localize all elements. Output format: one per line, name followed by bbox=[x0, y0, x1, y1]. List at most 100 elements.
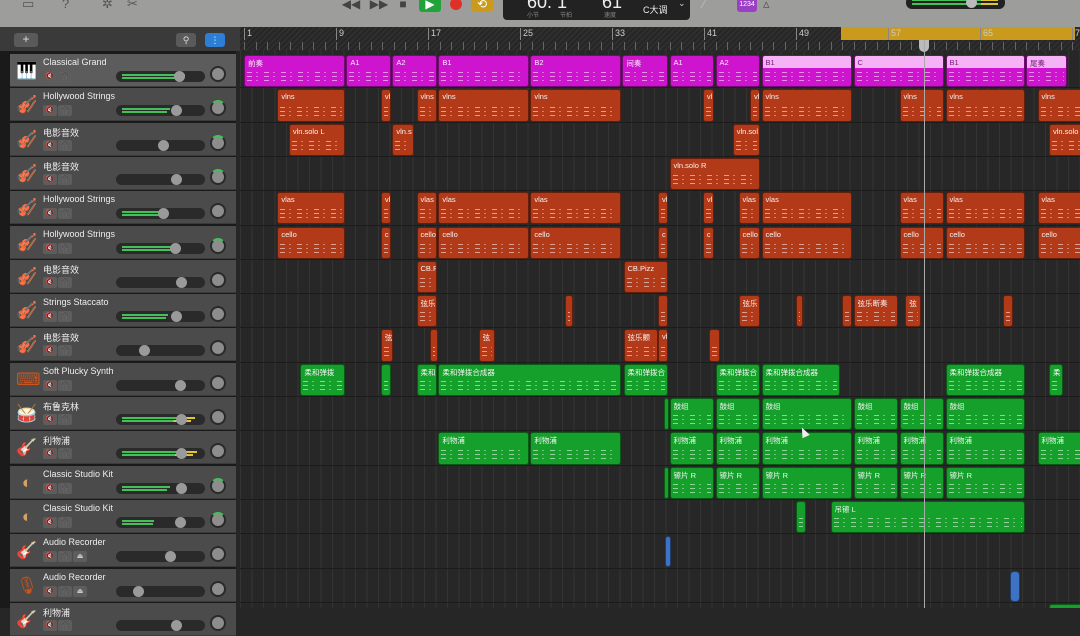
mute-button[interactable]: 🔇 bbox=[43, 620, 57, 631]
solo-button[interactable]: 🎧 bbox=[58, 380, 72, 391]
region[interactable]: 柔和弹拨 bbox=[300, 364, 345, 396]
track-header[interactable]: 🎙Audio Recorder🔇🎧⏏ bbox=[10, 569, 236, 602]
region[interactable] bbox=[658, 295, 668, 327]
pan-knob[interactable] bbox=[210, 615, 226, 631]
catch-playhead-icon[interactable]: ⋮ bbox=[205, 33, 225, 47]
region[interactable]: 柔和弹拨合 bbox=[716, 364, 761, 396]
region[interactable]: 弦 bbox=[479, 329, 495, 361]
region[interactable]: 弦乐 bbox=[739, 295, 761, 327]
track-header[interactable]: 🎸利物浦🔇🎧 bbox=[10, 431, 236, 464]
region[interactable]: 弦 bbox=[905, 295, 921, 327]
region[interactable]: 鼓组 bbox=[900, 398, 945, 430]
rewind-button[interactable]: ◀◀ bbox=[342, 0, 360, 12]
volume-slider[interactable] bbox=[116, 105, 205, 116]
region[interactable]: 柔和弹拨合 bbox=[624, 364, 669, 396]
region[interactable]: A2 bbox=[716, 55, 761, 87]
region[interactable]: vl bbox=[658, 192, 668, 224]
track-header[interactable]: ◐Classic Studio Kit🔇🎧 bbox=[10, 500, 236, 533]
volume-knob[interactable] bbox=[176, 448, 187, 459]
region[interactable] bbox=[709, 329, 721, 361]
volume-slider[interactable] bbox=[116, 311, 205, 322]
volume-slider[interactable] bbox=[116, 174, 205, 185]
volume-knob[interactable] bbox=[165, 551, 176, 562]
volume-knob[interactable] bbox=[158, 140, 169, 151]
region[interactable]: 柔和弹拨合成器 bbox=[438, 364, 621, 396]
region[interactable]: vl bbox=[750, 89, 760, 121]
region[interactable]: 弦乐 bbox=[417, 295, 438, 327]
region[interactable]: vlas bbox=[762, 192, 853, 224]
mute-button[interactable]: 🔇 bbox=[43, 174, 57, 185]
region[interactable]: 弦 bbox=[381, 329, 394, 361]
track-header[interactable]: ⌨Soft Plucky Synth🔇🎧 bbox=[10, 363, 236, 396]
region[interactable]: vlas bbox=[417, 192, 438, 224]
region[interactable]: 弦乐颤 bbox=[624, 329, 659, 361]
region[interactable] bbox=[1010, 571, 1020, 602]
volume-slider[interactable] bbox=[116, 243, 205, 254]
region[interactable] bbox=[796, 295, 803, 327]
solo-button[interactable]: 🎧 bbox=[58, 140, 72, 151]
record-button[interactable] bbox=[450, 0, 462, 10]
region[interactable]: cello bbox=[417, 227, 438, 259]
region[interactable]: vlns bbox=[900, 89, 945, 121]
chevron-down-icon[interactable]: ⌄ bbox=[678, 0, 686, 9]
pan-knob[interactable] bbox=[210, 340, 226, 356]
region[interactable]: vln.solo L bbox=[289, 124, 345, 156]
region[interactable]: B1 bbox=[762, 55, 853, 87]
region[interactable]: vl bbox=[658, 329, 668, 361]
region[interactable]: CB.P bbox=[417, 261, 438, 293]
region[interactable]: cello bbox=[530, 227, 621, 259]
region[interactable]: cello bbox=[438, 227, 529, 259]
pan-knob[interactable] bbox=[210, 306, 226, 322]
track-header[interactable]: 🎻Strings Staccato🔇🎧 bbox=[10, 294, 236, 327]
region[interactable] bbox=[665, 536, 671, 567]
volume-slider[interactable] bbox=[116, 380, 205, 391]
region[interactable]: vlns bbox=[946, 89, 1025, 121]
region[interactable] bbox=[430, 329, 438, 361]
volume-slider[interactable] bbox=[116, 345, 205, 356]
track-header[interactable]: 🎻电影音效🔇🎧 bbox=[10, 123, 236, 156]
solo-button[interactable]: 🎧 bbox=[58, 345, 72, 356]
mute-button[interactable]: 🔇 bbox=[43, 311, 57, 322]
master-volume-knob[interactable] bbox=[966, 0, 977, 8]
region[interactable]: B2 bbox=[530, 55, 621, 87]
region[interactable]: B1 bbox=[438, 55, 529, 87]
region[interactable]: 镲片 R bbox=[762, 467, 853, 499]
lcd-display[interactable]: 60. 1 小节 节拍 61 速度 C大调 ⌄ bbox=[503, 0, 690, 20]
pan-knob[interactable] bbox=[210, 100, 226, 116]
volume-slider[interactable] bbox=[116, 448, 205, 459]
volume-knob[interactable] bbox=[171, 105, 182, 116]
region[interactable]: 前奏 bbox=[244, 55, 345, 87]
region[interactable]: vl bbox=[703, 89, 715, 121]
region[interactable]: cello bbox=[277, 227, 345, 259]
add-track-button[interactable]: + bbox=[14, 33, 38, 47]
cycle-region[interactable] bbox=[841, 27, 1076, 40]
arrangement-area[interactable]: 前奏A1A2B1B2间奏A1A2B1CB1尾奏vlnsvlvlnsvlnsvln… bbox=[240, 51, 1080, 608]
region[interactable]: 吊镲 L bbox=[831, 501, 1025, 533]
region[interactable]: 鼓组 bbox=[716, 398, 761, 430]
region[interactable]: CB.Pizz bbox=[624, 261, 669, 293]
metronome-icon[interactable]: ▵ bbox=[763, 0, 770, 14]
region[interactable] bbox=[381, 364, 391, 396]
region[interactable]: vlns bbox=[438, 89, 529, 121]
mute-button[interactable]: 🔇 bbox=[43, 277, 57, 288]
region[interactable] bbox=[1003, 295, 1013, 327]
cycle-button[interactable]: ⟲ bbox=[471, 0, 493, 12]
region[interactable]: B1 bbox=[946, 55, 1025, 87]
mute-button[interactable]: 🔇 bbox=[43, 345, 57, 356]
region[interactable]: vln.solo R bbox=[670, 158, 761, 190]
track-header[interactable]: 🎻电影音效🔇🎧 bbox=[10, 157, 236, 190]
pan-knob[interactable] bbox=[210, 512, 226, 528]
tuner-icon[interactable]: ⁄ bbox=[703, 0, 705, 14]
help-icon[interactable]: ? bbox=[62, 0, 69, 14]
volume-knob[interactable] bbox=[176, 483, 187, 494]
track-header[interactable]: 🎻Hollywood Strings🔇🎧 bbox=[10, 226, 236, 259]
volume-knob[interactable] bbox=[175, 380, 186, 391]
region[interactable]: 利物浦 bbox=[900, 432, 945, 464]
region[interactable]: 间奏 bbox=[622, 55, 668, 87]
region[interactable]: vlns bbox=[762, 89, 853, 121]
region[interactable]: 镲片 R bbox=[854, 467, 899, 499]
solo-button[interactable]: 🎧 bbox=[58, 517, 72, 528]
region[interactable]: 利物浦 bbox=[670, 432, 715, 464]
region[interactable]: vl bbox=[381, 89, 391, 121]
track-header[interactable]: 🎻Hollywood Strings🔇🎧 bbox=[10, 191, 236, 224]
